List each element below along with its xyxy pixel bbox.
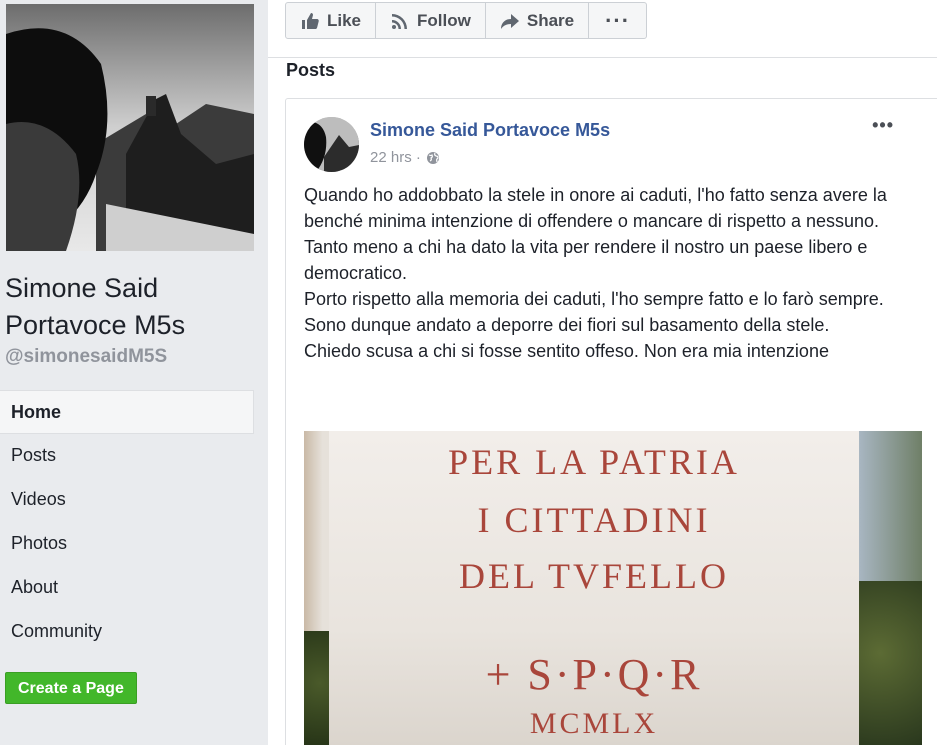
post-paragraph: Quando ho addobbato la stele in onore ai…: [304, 185, 887, 231]
follow-icon: [392, 13, 408, 29]
post-paragraph: Chiedo scusa a chi si fosse sentito offe…: [304, 341, 829, 361]
inscription-line: PER LA PATRIA: [448, 442, 740, 482]
avatar-art: [304, 117, 359, 172]
page-action-bar: Like Follow Share ···: [285, 2, 648, 39]
profile-picture[interactable]: [6, 4, 254, 251]
post-paragraph: Tanto meno a chi ha dato la vita per ren…: [304, 237, 868, 283]
post-message: Quando ho addobbato la stele in onore ai…: [304, 182, 924, 364]
photo-stele: PER LA PATRIA I CITTADINI DEL TVFELLO + …: [329, 431, 859, 745]
post-menu-icon[interactable]: •••: [872, 115, 894, 136]
globe-icon: [426, 151, 439, 164]
profile-picture-art: [6, 4, 254, 251]
share-icon: [500, 13, 519, 29]
nav-item-posts[interactable]: Posts: [0, 434, 254, 478]
inscription-line: DEL TVFELLO: [459, 556, 729, 596]
post-paragraph: Sono dunque andato a deporre dei fiori s…: [304, 315, 830, 335]
post-photo[interactable]: PER LA PATRIA I CITTADINI DEL TVFELLO + …: [304, 431, 922, 745]
inscription-line: MCMLX: [529, 707, 659, 740]
page-nav: Home Posts Videos Photos About Community: [0, 390, 254, 654]
follow-label: Follow: [417, 10, 471, 30]
like-button[interactable]: Like: [286, 3, 377, 38]
post-author[interactable]: Simone Said Portavoce M5s: [370, 120, 610, 141]
left-column: Simone Said Portavoce M5s @simonesaidM5S…: [0, 0, 268, 745]
like-label: Like: [327, 10, 362, 30]
divider: [268, 57, 937, 58]
create-page-button[interactable]: Create a Page: [5, 672, 137, 704]
page-handle[interactable]: @simonesaidM5S: [5, 346, 167, 368]
posts-heading: Posts: [286, 60, 336, 80]
author-avatar[interactable]: [304, 117, 359, 172]
inscription-line: + S·P·Q·R: [485, 650, 703, 699]
post-card: Simone Said Portavoce M5s 22 hrs · ••• Q…: [285, 98, 937, 745]
share-button[interactable]: Share: [486, 3, 590, 38]
post-paragraph: Porto rispetto alla memoria dei caduti, …: [304, 289, 884, 309]
inscription-line: I CITTADINI: [477, 500, 711, 540]
follow-button[interactable]: Follow: [376, 3, 486, 38]
post-timestamp: 22 hrs ·: [370, 149, 440, 166]
nav-item-home[interactable]: Home: [0, 390, 254, 434]
nav-item-community[interactable]: Community: [0, 610, 254, 654]
main-column: Like Follow Share ··· Posts Simone Said …: [268, 0, 937, 745]
nav-item-photos[interactable]: Photos: [0, 522, 254, 566]
like-icon: [302, 12, 319, 29]
nav-item-videos[interactable]: Videos: [0, 478, 254, 522]
photo-foliage: [852, 581, 922, 745]
share-label: Share: [526, 10, 575, 30]
nav-item-about[interactable]: About: [0, 566, 254, 610]
post-time[interactable]: 22 hrs ·: [370, 149, 421, 166]
more-button[interactable]: ···: [589, 3, 646, 38]
page-title[interactable]: Simone Said Portavoce M5s: [5, 270, 255, 344]
more-icon: ···: [605, 7, 631, 33]
